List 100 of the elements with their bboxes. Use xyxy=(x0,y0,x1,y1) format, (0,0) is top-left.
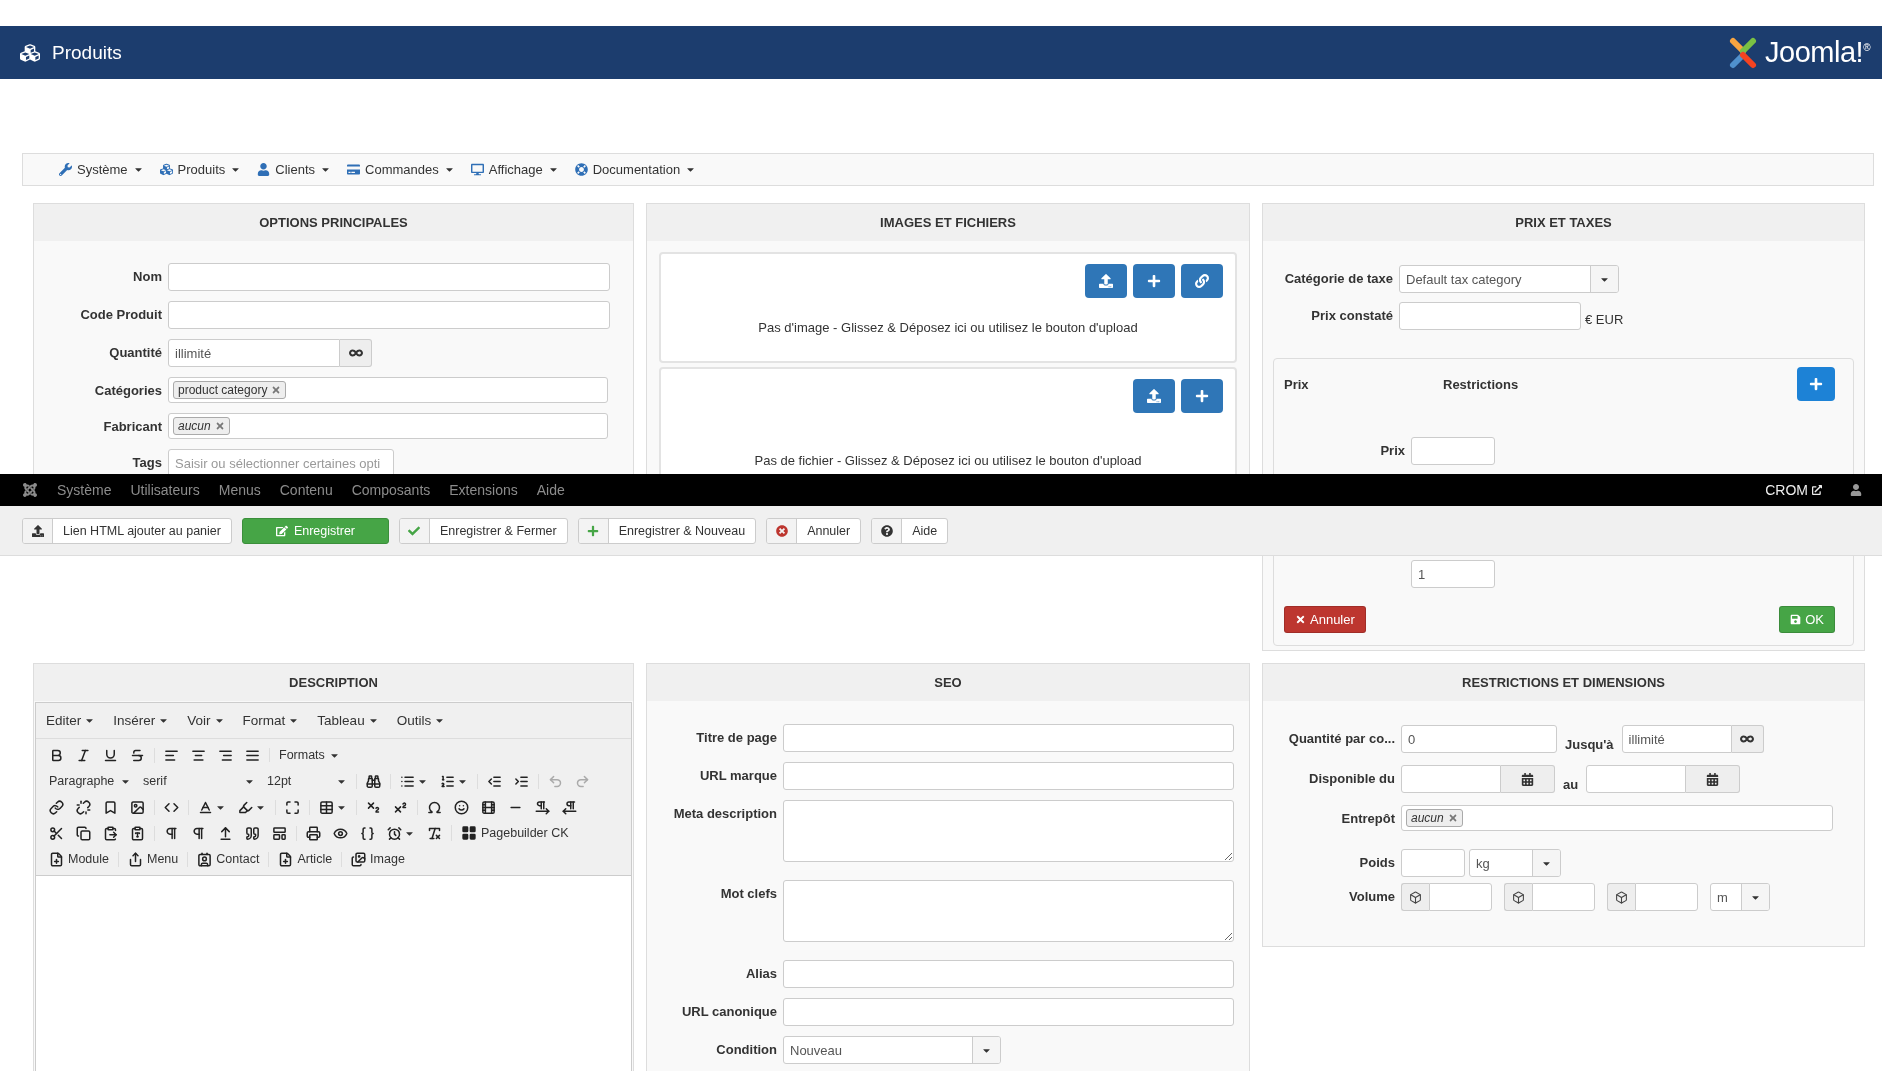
toolbar-button[interactable]: Aide xyxy=(871,517,949,544)
editor-menu[interactable]: Editer xyxy=(46,713,96,728)
cube-button[interactable] xyxy=(1607,883,1635,911)
select-field[interactable]: m xyxy=(1710,883,1770,911)
link-icon[interactable] xyxy=(49,799,64,815)
tag-field[interactable]: product category xyxy=(168,377,608,403)
copy-icon[interactable] xyxy=(76,825,91,841)
eye-icon[interactable] xyxy=(333,825,348,841)
pilcrow-icon[interactable] xyxy=(191,825,206,841)
input-field[interactable] xyxy=(1635,883,1698,911)
cube-button[interactable] xyxy=(1401,883,1429,911)
link-button[interactable] xyxy=(1181,264,1223,298)
menu-item[interactable]: Affichage xyxy=(470,162,559,177)
pilcrow-right-icon[interactable] xyxy=(535,799,550,815)
superscript-icon[interactable] xyxy=(393,799,408,815)
infinity-button[interactable] xyxy=(340,339,372,367)
input-field[interactable] xyxy=(1399,302,1581,330)
numbered-list-icon[interactable] xyxy=(440,773,455,789)
upload-button[interactable] xyxy=(1085,264,1127,298)
clear-format-icon[interactable] xyxy=(427,825,442,841)
add-button[interactable] xyxy=(1133,264,1175,298)
image-icon[interactable] xyxy=(130,799,145,815)
upload-button[interactable] xyxy=(1133,379,1175,413)
font-select[interactable]: serif xyxy=(143,774,255,788)
input-field[interactable] xyxy=(1532,883,1595,911)
pagebuilder-button[interactable]: Pagebuilder CK xyxy=(461,825,569,841)
cancel-button[interactable]: Annuler xyxy=(1284,606,1366,633)
calendar-button[interactable] xyxy=(1686,765,1741,793)
rich-text-editor[interactable]: Editer Insérer Voir Format Tableau Outils Formats Paragraphe serif 12pt Pagebuilder CK Module Menu Contact Article Image xyxy=(35,702,632,1071)
tag-field[interactable]: aucun xyxy=(1401,805,1833,831)
admin-menu-item[interactable]: Extensions xyxy=(449,482,518,498)
menu-item[interactable]: Produits xyxy=(159,162,242,177)
add-button[interactable] xyxy=(1181,379,1223,413)
braces-icon[interactable] xyxy=(360,825,375,841)
toolbar-button[interactable]: Annuler xyxy=(766,517,862,544)
date-field[interactable] xyxy=(1586,765,1687,793)
editor-menu[interactable]: Format xyxy=(242,713,300,728)
italic-icon[interactable] xyxy=(76,747,91,763)
input-field[interactable] xyxy=(1401,849,1465,877)
editor-menu[interactable]: Insérer xyxy=(113,713,170,728)
select-field[interactable]: Nouveau xyxy=(783,1036,1001,1064)
input-field[interactable] xyxy=(1429,883,1492,911)
film-icon[interactable] xyxy=(481,799,496,815)
align-left-icon[interactable] xyxy=(164,747,179,763)
calendar-button[interactable] xyxy=(1501,765,1555,793)
cube-button[interactable] xyxy=(1504,883,1532,911)
editor-menu[interactable]: Tableau xyxy=(317,713,379,728)
formats-dropdown[interactable]: Formats xyxy=(279,748,340,762)
user-icon[interactable] xyxy=(1850,484,1862,496)
menu-item[interactable]: Clients xyxy=(257,162,332,177)
joomla-icon[interactable] xyxy=(22,482,38,498)
bullet-list-icon[interactable] xyxy=(400,773,415,789)
input-field[interactable] xyxy=(783,960,1234,988)
tag-chip[interactable]: aucun xyxy=(173,417,230,435)
select-field[interactable]: kg xyxy=(1469,849,1561,877)
insert-button[interactable]: Article xyxy=(278,851,333,867)
font-size-select[interactable]: 12pt xyxy=(267,774,347,788)
editor-menu[interactable]: Voir xyxy=(187,713,225,728)
omega-icon[interactable] xyxy=(427,799,442,815)
block-format-select[interactable]: Paragraphe xyxy=(49,774,131,788)
tag-chip[interactable]: aucun xyxy=(1406,809,1463,827)
toolbar-button[interactable]: Enregistrer & Fermer xyxy=(398,517,568,544)
binoculars-icon[interactable] xyxy=(366,773,381,789)
admin-menu-item[interactable]: Aide xyxy=(536,482,565,498)
editor-menu[interactable]: Outils xyxy=(396,713,446,728)
pilcrow-left-icon[interactable] xyxy=(562,799,577,815)
input-field[interactable]: illimité xyxy=(168,339,340,367)
bold-icon[interactable] xyxy=(49,747,64,763)
insert-button[interactable]: Module xyxy=(49,851,109,867)
input-field[interactable]: Saisir ou sélectionner certaines opti xyxy=(168,449,394,477)
input-field[interactable] xyxy=(783,762,1234,790)
highlighter-icon[interactable] xyxy=(238,799,253,815)
toolbar-button[interactable]: Lien HTML ajouter au panier xyxy=(22,517,232,544)
subscript-icon[interactable] xyxy=(366,799,381,815)
admin-menu-item[interactable]: Menus xyxy=(218,482,261,498)
quote-icon[interactable] xyxy=(245,825,260,841)
underline-icon[interactable] xyxy=(103,747,118,763)
add-button[interactable] xyxy=(1797,367,1835,401)
align-justify-icon[interactable] xyxy=(245,747,260,763)
indent-icon[interactable] xyxy=(514,773,529,789)
text-color-icon[interactable] xyxy=(198,799,213,815)
paste-icon[interactable] xyxy=(103,825,118,841)
input-field[interactable]: illimité xyxy=(1621,725,1732,753)
template-icon[interactable] xyxy=(272,825,287,841)
tag-field[interactable]: aucun xyxy=(168,413,608,439)
paste-text-icon[interactable] xyxy=(130,825,145,841)
table-icon[interactable] xyxy=(319,799,334,815)
input-field[interactable] xyxy=(783,998,1234,1026)
admin-menu-item[interactable]: Composants xyxy=(351,482,431,498)
select-field[interactable]: Default tax category xyxy=(1399,265,1619,293)
admin-menu-item[interactable]: Système xyxy=(57,482,112,498)
date-field[interactable] xyxy=(1401,765,1501,793)
outdent-icon[interactable] xyxy=(487,773,502,789)
menu-item[interactable]: Système xyxy=(59,162,144,177)
tag-chip[interactable]: product category xyxy=(173,381,287,399)
alarm-clock-icon[interactable] xyxy=(387,825,402,841)
print-icon[interactable] xyxy=(306,825,321,841)
input-field[interactable]: 1 xyxy=(1411,560,1495,588)
unlink-icon[interactable] xyxy=(76,799,91,815)
input-field[interactable]: 0 xyxy=(1401,725,1557,753)
